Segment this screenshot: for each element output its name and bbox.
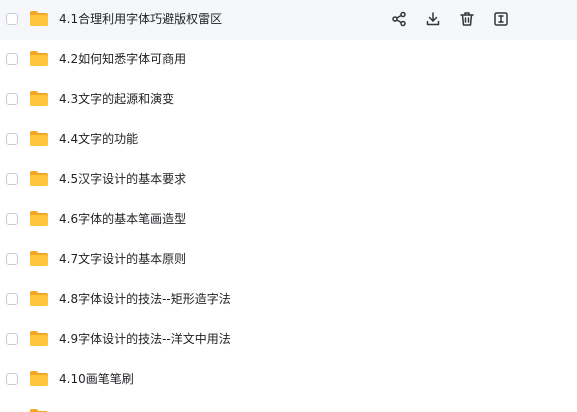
- folder-icon: [30, 171, 48, 186]
- folder-icon: [30, 409, 48, 412]
- file-row[interactable]: 4.10画笔笔刷: [0, 360, 577, 400]
- file-row[interactable]: 4.8字体设计的技法--矩形造字法: [0, 280, 577, 320]
- file-name[interactable]: 4.10画笔笔刷: [59, 371, 134, 387]
- row-checkbox[interactable]: [6, 53, 18, 65]
- file-row[interactable]: 4.4文字的功能: [0, 120, 577, 160]
- file-row[interactable]: 4.5汉字设计的基本要求: [0, 160, 577, 200]
- file-name[interactable]: 4.9字体设计的技法--洋文中用法: [59, 331, 231, 347]
- row-checkbox[interactable]: [6, 133, 18, 145]
- file-row[interactable]: 4.1合理利用字体巧避版权雷区: [0, 0, 577, 40]
- folder-icon: [30, 51, 48, 66]
- file-name[interactable]: 4.2如何知悉字体可商用: [59, 51, 186, 67]
- row-checkbox[interactable]: [6, 93, 18, 105]
- rename-icon[interactable]: [491, 9, 511, 29]
- row-checkbox[interactable]: [6, 253, 18, 265]
- file-name[interactable]: 4.5汉字设计的基本要求: [59, 171, 186, 187]
- file-row[interactable]: 4.7文字设计的基本原则: [0, 240, 577, 280]
- folder-icon: [30, 11, 48, 26]
- file-list: 4.1合理利用字体巧避版权雷区 4.2如何知悉字体可商用 4.3文字的起源和演变…: [0, 0, 577, 412]
- file-row[interactable]: 4.6字体的基本笔画造型: [0, 200, 577, 240]
- download-icon[interactable]: [423, 9, 443, 29]
- folder-icon: [30, 211, 48, 226]
- row-checkbox[interactable]: [6, 13, 18, 25]
- row-checkbox[interactable]: [6, 333, 18, 345]
- row-checkbox[interactable]: [6, 213, 18, 225]
- delete-icon[interactable]: [457, 9, 477, 29]
- file-name[interactable]: 4.8字体设计的技法--矩形造字法: [59, 291, 231, 307]
- folder-icon: [30, 91, 48, 106]
- share-icon[interactable]: [389, 9, 409, 29]
- row-checkbox[interactable]: [6, 293, 18, 305]
- folder-icon: [30, 251, 48, 266]
- file-name[interactable]: 4.1合理利用字体巧避版权雷区: [59, 11, 222, 27]
- file-row[interactable]: 4.3文字的起源和演变: [0, 80, 577, 120]
- file-name[interactable]: 4.4文字的功能: [59, 131, 138, 147]
- file-row[interactable]: 4.9字体设计的技法--洋文中用法: [0, 320, 577, 360]
- folder-icon: [30, 371, 48, 386]
- file-row[interactable]: 4.2如何知悉字体可商用: [0, 40, 577, 80]
- file-name[interactable]: 4.6字体的基本笔画造型: [59, 211, 186, 227]
- file-name[interactable]: 4.3文字的起源和演变: [59, 91, 174, 107]
- folder-icon: [30, 331, 48, 346]
- folder-icon: [30, 131, 48, 146]
- row-checkbox[interactable]: [6, 173, 18, 185]
- row-checkbox[interactable]: [6, 373, 18, 385]
- folder-icon: [30, 291, 48, 306]
- file-name[interactable]: 4.7文字设计的基本原则: [59, 251, 186, 267]
- file-row-partial[interactable]: [0, 400, 577, 412]
